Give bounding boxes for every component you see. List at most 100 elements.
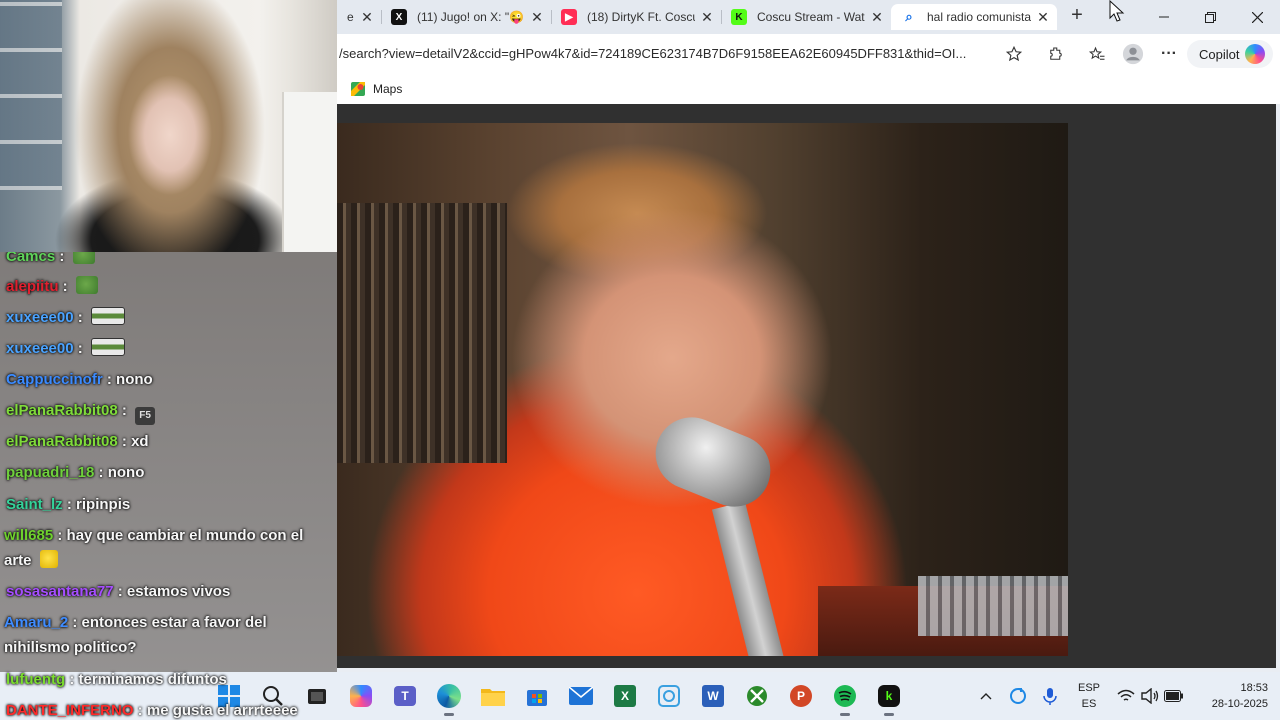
sync-icon[interactable] bbox=[1008, 686, 1028, 706]
chat-username: xuxeee00 bbox=[6, 340, 74, 357]
xbox-icon[interactable] bbox=[743, 682, 771, 710]
teams-icon[interactable]: T bbox=[391, 682, 419, 710]
tab-youtube[interactable]: ▶ (18) DirtyK Ft. Coscu ✕ bbox=[551, 4, 721, 30]
copilot-logo-icon bbox=[1245, 44, 1265, 64]
spotify-icon[interactable] bbox=[831, 682, 859, 716]
chat-message: DANTE_INFERNO : me gusta el arrrteeee bbox=[6, 702, 298, 719]
minimize-button[interactable] bbox=[1149, 6, 1179, 28]
address-bar[interactable]: /search?view=detailV2&ccid=gHPow4k7&id=7… bbox=[337, 41, 1029, 67]
file-explorer-icon[interactable] bbox=[479, 682, 507, 710]
flag-emote-icon bbox=[90, 307, 125, 325]
chat-text: nono bbox=[107, 464, 145, 481]
chat-text: terminamos difuntos bbox=[78, 671, 227, 688]
window-frame bbox=[0, 0, 62, 190]
stream-chat: Camcs : alepiitu : xuxeee00 : xuxeee00 :… bbox=[0, 252, 337, 720]
youtube-icon: ▶ bbox=[561, 9, 577, 25]
word-icon[interactable]: W bbox=[699, 682, 727, 710]
favorite-maps[interactable]: Maps bbox=[351, 80, 402, 98]
tab-kick-stream[interactable]: K Coscu Stream - Wat ✕ bbox=[721, 4, 891, 30]
copilot-label: Copilot bbox=[1199, 46, 1240, 62]
mic-stand bbox=[711, 501, 787, 656]
tab-close-icon[interactable]: ✕ bbox=[1037, 9, 1049, 26]
extensions-icon[interactable] bbox=[1044, 42, 1068, 66]
chat-text: estamos vivos bbox=[126, 583, 231, 600]
tab-close-icon[interactable]: ✕ bbox=[871, 9, 883, 26]
battery-icon[interactable] bbox=[1164, 686, 1184, 706]
tab-x-post[interactable]: X (11) Jugo! on X: "😜 ✕ bbox=[381, 4, 551, 30]
store-icon[interactable] bbox=[523, 682, 551, 710]
favorite-star-icon[interactable] bbox=[1002, 42, 1026, 66]
close-window-button[interactable] bbox=[1242, 6, 1272, 28]
system-clock[interactable]: 18:53 28-10-2025 bbox=[1196, 680, 1268, 712]
pepe-emote-icon bbox=[72, 252, 95, 264]
chat-message: Saint_lz : ripinpis bbox=[6, 496, 131, 513]
powerpoint-icon[interactable]: P bbox=[787, 682, 815, 710]
chat-message: xuxeee00 : bbox=[6, 305, 324, 330]
microphone-icon[interactable] bbox=[1040, 686, 1060, 706]
minimize-icon bbox=[1159, 16, 1169, 18]
tab-bar: e ✕ X (11) Jugo! on X: "😜 ✕ ▶ (18) Dirty… bbox=[337, 0, 1280, 34]
chat-text: xd bbox=[131, 433, 149, 450]
favorites-icon[interactable] bbox=[1085, 42, 1109, 66]
excel-icon[interactable]: X bbox=[611, 682, 639, 710]
volume-icon[interactable] bbox=[1140, 686, 1160, 706]
webcam-overlay bbox=[0, 0, 337, 252]
restore-icon bbox=[1204, 11, 1216, 23]
browser-toolbar: /search?view=detailV2&ccid=gHPow4k7&id=7… bbox=[337, 34, 1280, 74]
new-tab-button[interactable]: + bbox=[1067, 4, 1087, 28]
wifi-icon[interactable] bbox=[1116, 686, 1136, 706]
tab-close-icon[interactable]: ✕ bbox=[361, 9, 373, 26]
tab-partial[interactable]: e ✕ bbox=[337, 4, 381, 30]
tab-label: (18) DirtyK Ft. Coscu bbox=[587, 10, 695, 24]
show-hidden-icons-chevron-icon[interactable] bbox=[976, 686, 996, 706]
clock-date: 28-10-2025 bbox=[1211, 698, 1268, 710]
microphone bbox=[644, 406, 782, 518]
flag-emote-icon bbox=[90, 338, 125, 356]
edge-icon[interactable] bbox=[435, 682, 463, 716]
more-options-icon[interactable]: ··· bbox=[1157, 42, 1181, 66]
favorites-bar: Maps bbox=[337, 74, 1280, 104]
x-logo-icon: X bbox=[391, 9, 407, 25]
chat-username: Amaru_2 bbox=[4, 614, 69, 631]
chat-username: Saint_lz bbox=[6, 496, 63, 513]
chat-username: papuadri_18 bbox=[6, 464, 95, 481]
search-icon: ⌕ bbox=[905, 9, 913, 24]
chat-username: elPanaRabbit08 bbox=[6, 433, 118, 450]
detail-image[interactable] bbox=[337, 123, 1068, 656]
tab-bing-search[interactable]: ⌕ hal radio comunista ✕ bbox=[891, 4, 1057, 30]
tab-close-icon[interactable]: ✕ bbox=[701, 9, 713, 26]
chat-message: Camcs : bbox=[6, 252, 324, 269]
chat-username: DANTE_INFERNO bbox=[6, 702, 134, 719]
chat-username: elPanaRabbit08 bbox=[6, 402, 118, 419]
tab-label: Coscu Stream - Wat bbox=[757, 10, 865, 24]
chat-text: nono bbox=[116, 371, 153, 388]
tab-close-icon[interactable]: ✕ bbox=[531, 9, 543, 26]
maps-icon bbox=[351, 82, 365, 96]
favorite-label: Maps bbox=[373, 82, 403, 96]
image-viewer bbox=[337, 104, 1276, 668]
chat-username: lufuentg bbox=[6, 671, 66, 688]
language-code: ESP bbox=[1077, 682, 1100, 694]
mouse-cursor-icon bbox=[1109, 0, 1125, 22]
tab-label: hal radio comunista bbox=[927, 10, 1031, 24]
clock-time: 18:53 bbox=[1240, 682, 1268, 694]
chat-username: Camcs bbox=[6, 252, 56, 265]
pepe-emote-icon bbox=[75, 276, 98, 294]
kick-app-icon[interactable]: k bbox=[875, 682, 903, 716]
mixing-console bbox=[918, 576, 1068, 636]
chat-message: sosasantana77 : estamos vivos bbox=[6, 583, 231, 600]
restore-button[interactable] bbox=[1195, 6, 1225, 28]
mail-icon[interactable] bbox=[567, 682, 595, 710]
f5-key-emote-icon: F5 bbox=[135, 407, 156, 425]
chat-message: Amaru_2 : entonces estar a favor del nih… bbox=[4, 614, 267, 656]
close-icon bbox=[1251, 11, 1263, 23]
copilot-button[interactable]: Copilot bbox=[1187, 40, 1273, 68]
keyboard-layout-code: ES bbox=[1081, 698, 1097, 710]
input-language-indicator[interactable]: ESP ES bbox=[1074, 680, 1104, 712]
chat-text: ripinpis bbox=[76, 496, 131, 513]
profile-avatar-icon[interactable] bbox=[1121, 42, 1145, 66]
chat-text: me gusta el arrrteeee bbox=[146, 702, 298, 719]
copilot-app-icon[interactable] bbox=[347, 682, 375, 710]
chat-username: Cappuccinofr bbox=[6, 371, 103, 388]
photos-icon[interactable] bbox=[655, 682, 683, 710]
